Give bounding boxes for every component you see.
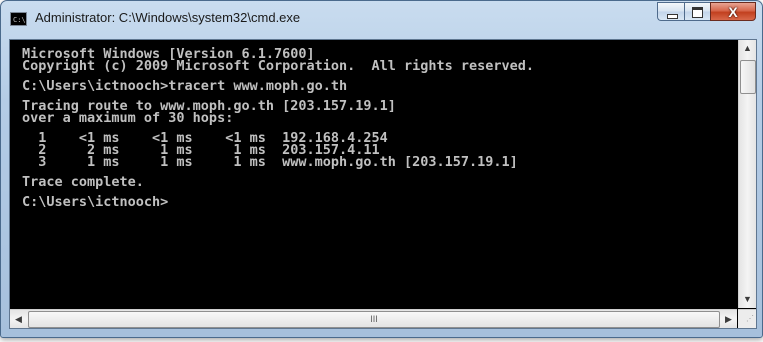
cmd-app-icon[interactable]: C:\	[10, 12, 27, 26]
horizontal-scroll-thumb[interactable]: III	[28, 311, 720, 328]
scroll-right-icon[interactable]: ▶	[720, 310, 737, 328]
minimize-icon	[667, 14, 678, 19]
vertical-scroll-thumb[interactable]	[740, 60, 756, 94]
console-frame: Microsoft Windows [Version 6.1.7600] Copy…	[9, 39, 757, 329]
maximize-icon	[692, 7, 703, 18]
scroll-down-icon[interactable]: ▼	[739, 291, 756, 308]
title-bar[interactable]: C:\ Administrator: C:\Windows\system32\c…	[1, 1, 762, 39]
console-line: C:\Users\ictnooch>tracert www.moph.go.th	[22, 78, 348, 94]
close-icon: X	[728, 4, 738, 20]
size-grip-icon[interactable]: ⋰	[738, 309, 756, 328]
console-line: Trace complete.	[22, 174, 144, 190]
vertical-scrollbar[interactable]: ▲ ▼	[738, 40, 756, 308]
console-line: 3 1 ms 1 ms 1 ms www.moph.go.th [203.157…	[22, 154, 518, 170]
console-line: Copyright (c) 2009 Microsoft Corporation…	[22, 58, 535, 74]
console-line: C:\Users\ictnooch>	[22, 194, 169, 210]
console-output[interactable]: Microsoft Windows [Version 6.1.7600] Copy…	[10, 40, 737, 308]
scroll-up-icon[interactable]: ▲	[739, 40, 756, 57]
grip-icon: III	[370, 314, 378, 324]
close-button[interactable]: X	[710, 2, 756, 21]
scroll-left-icon[interactable]: ◀	[10, 310, 27, 328]
caption-buttons: X	[657, 2, 756, 22]
minimize-button[interactable]	[657, 2, 684, 21]
horizontal-scrollbar[interactable]: ◀ III ▶	[10, 309, 737, 328]
maximize-button[interactable]	[684, 2, 710, 21]
cmd-window: C:\ Administrator: C:\Windows\system32\c…	[0, 0, 763, 338]
window-title: Administrator: C:\Windows\system32\cmd.e…	[35, 10, 301, 25]
